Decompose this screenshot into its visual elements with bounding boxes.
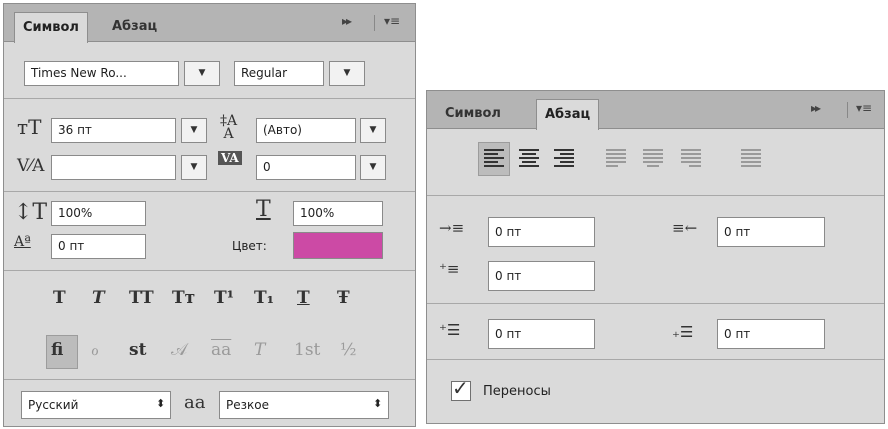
collapse-panel-icon[interactable]: ▸▸ — [342, 14, 352, 28]
indent-first-line-icon: ⁺≡ — [439, 260, 460, 278]
fractions-button[interactable]: ½ — [340, 340, 356, 360]
ligatures-button[interactable]: fi — [51, 340, 63, 360]
toolbar-divider — [847, 102, 848, 118]
indent-right-icon: ≡← — [672, 219, 698, 237]
strikethrough-button[interactable]: Ŧ — [337, 288, 350, 308]
indent-first-line-field[interactable]: 0 пт — [488, 261, 595, 291]
superscript-button[interactable]: T¹ — [214, 288, 234, 308]
small-caps-button[interactable]: Tт — [172, 288, 195, 308]
align-right-icon[interactable] — [551, 146, 577, 172]
color-swatch[interactable] — [293, 232, 383, 259]
tracking-icon: VA — [218, 151, 242, 165]
baseline-shift-field[interactable]: 0 пт — [51, 234, 146, 259]
divider — [4, 270, 415, 271]
font-family-dropdown[interactable]: ▼ — [184, 61, 220, 86]
align-center-icon[interactable] — [516, 146, 542, 172]
space-after-icon: ₊☰ — [672, 323, 694, 341]
leading-icon: ‡A A — [220, 113, 238, 142]
panel-menu-icon[interactable]: ▾≡ — [384, 14, 400, 28]
space-after-field[interactable]: 0 пт — [717, 319, 825, 349]
collapse-panel-icon[interactable]: ▸▸ — [811, 101, 821, 115]
horizontal-scale-icon: T — [256, 197, 271, 222]
subscript-button[interactable]: T₁ — [254, 288, 274, 308]
vertical-scale-icon: ↕T — [14, 200, 48, 225]
color-label: Цвет: — [232, 239, 267, 253]
panel-menu-icon[interactable]: ▾≡ — [856, 101, 872, 115]
stylistic-alternates-button[interactable]: aa — [211, 340, 231, 360]
divider — [427, 359, 884, 360]
hyphenate-label: Переносы — [483, 384, 551, 399]
space-before-icon: ⁺☰ — [439, 321, 461, 339]
kerning-field[interactable] — [51, 155, 176, 180]
paragraph-panel: Символ Абзац ▸▸ ▾≡ →≡ 0 пт ≡← 0 пт ⁺≡ 0 … — [426, 90, 885, 424]
toolbar-divider — [374, 15, 375, 31]
tab-paragraph[interactable]: Абзац — [536, 99, 600, 130]
tracking-dropdown[interactable]: ▼ — [360, 155, 386, 180]
all-caps-button[interactable]: TT — [129, 288, 154, 308]
antialias-select-arrows-icon: ⬍ — [373, 397, 383, 410]
justify-last-right-icon[interactable] — [678, 146, 704, 172]
titling-alternates-button[interactable]: T — [254, 340, 265, 360]
horizontal-scale-field[interactable]: 100% — [293, 201, 383, 226]
font-size-icon: тT — [17, 115, 42, 139]
antialias-icon: aa — [184, 392, 206, 413]
paragraph-panel-tabbar: Символ Абзац ▸▸ ▾≡ — [427, 91, 884, 130]
indent-left-icon: →≡ — [439, 219, 465, 237]
faux-bold-button[interactable]: T — [53, 288, 66, 308]
divider — [427, 195, 884, 196]
tab-symbol[interactable]: Символ — [14, 12, 88, 43]
indent-left-field[interactable]: 0 пт — [488, 217, 595, 247]
divider — [427, 303, 884, 304]
kerning-icon: V⁄A — [17, 156, 45, 176]
old-style-button[interactable]: ℴ — [91, 340, 99, 360]
justify-last-left-icon[interactable] — [603, 146, 629, 172]
faux-italic-button[interactable]: T — [92, 288, 105, 308]
leading-dropdown[interactable]: ▼ — [360, 118, 386, 143]
font-size-field[interactable]: 36 пт — [51, 118, 176, 143]
baseline-shift-icon: Aª — [14, 234, 31, 250]
tab-symbol[interactable]: Символ — [437, 99, 509, 130]
kerning-dropdown[interactable]: ▼ — [181, 155, 207, 180]
tracking-field[interactable]: 0 — [256, 155, 356, 180]
ordinals-button[interactable]: 1st — [294, 340, 320, 360]
divider — [4, 98, 415, 99]
divider — [4, 379, 415, 380]
justify-all-icon[interactable] — [738, 146, 764, 172]
antialias-select[interactable]: Резкое — [219, 391, 389, 419]
swash-button[interactable]: 𝒜 — [171, 340, 187, 360]
character-panel-tabbar: Символ Абзац ▸▸ ▾≡ — [4, 4, 415, 43]
justify-last-center-icon[interactable] — [640, 146, 666, 172]
font-size-dropdown[interactable]: ▼ — [181, 118, 207, 143]
leading-field[interactable]: (Авто) — [256, 118, 356, 143]
underline-button[interactable]: T — [297, 288, 310, 308]
checkmark-icon: ✓ — [452, 376, 469, 400]
character-panel: Символ Абзац ▸▸ ▾≡ Times New Ro... ▼ Reg… — [3, 3, 416, 427]
vertical-scale-field[interactable]: 100% — [51, 201, 146, 226]
divider — [4, 191, 415, 192]
space-before-field[interactable]: 0 пт — [488, 319, 595, 349]
language-select[interactable]: Русский — [21, 391, 171, 419]
indent-right-field[interactable]: 0 пт — [717, 217, 825, 247]
tab-paragraph[interactable]: Абзац — [104, 12, 165, 43]
discretionary-ligatures-button[interactable]: st — [129, 340, 146, 360]
align-left-icon[interactable] — [481, 146, 507, 172]
font-style-dropdown[interactable]: ▼ — [329, 61, 365, 86]
language-select-arrows-icon: ⬍ — [156, 397, 166, 410]
font-family-field[interactable]: Times New Ro... — [24, 61, 179, 86]
font-style-field[interactable]: Regular — [234, 61, 324, 86]
